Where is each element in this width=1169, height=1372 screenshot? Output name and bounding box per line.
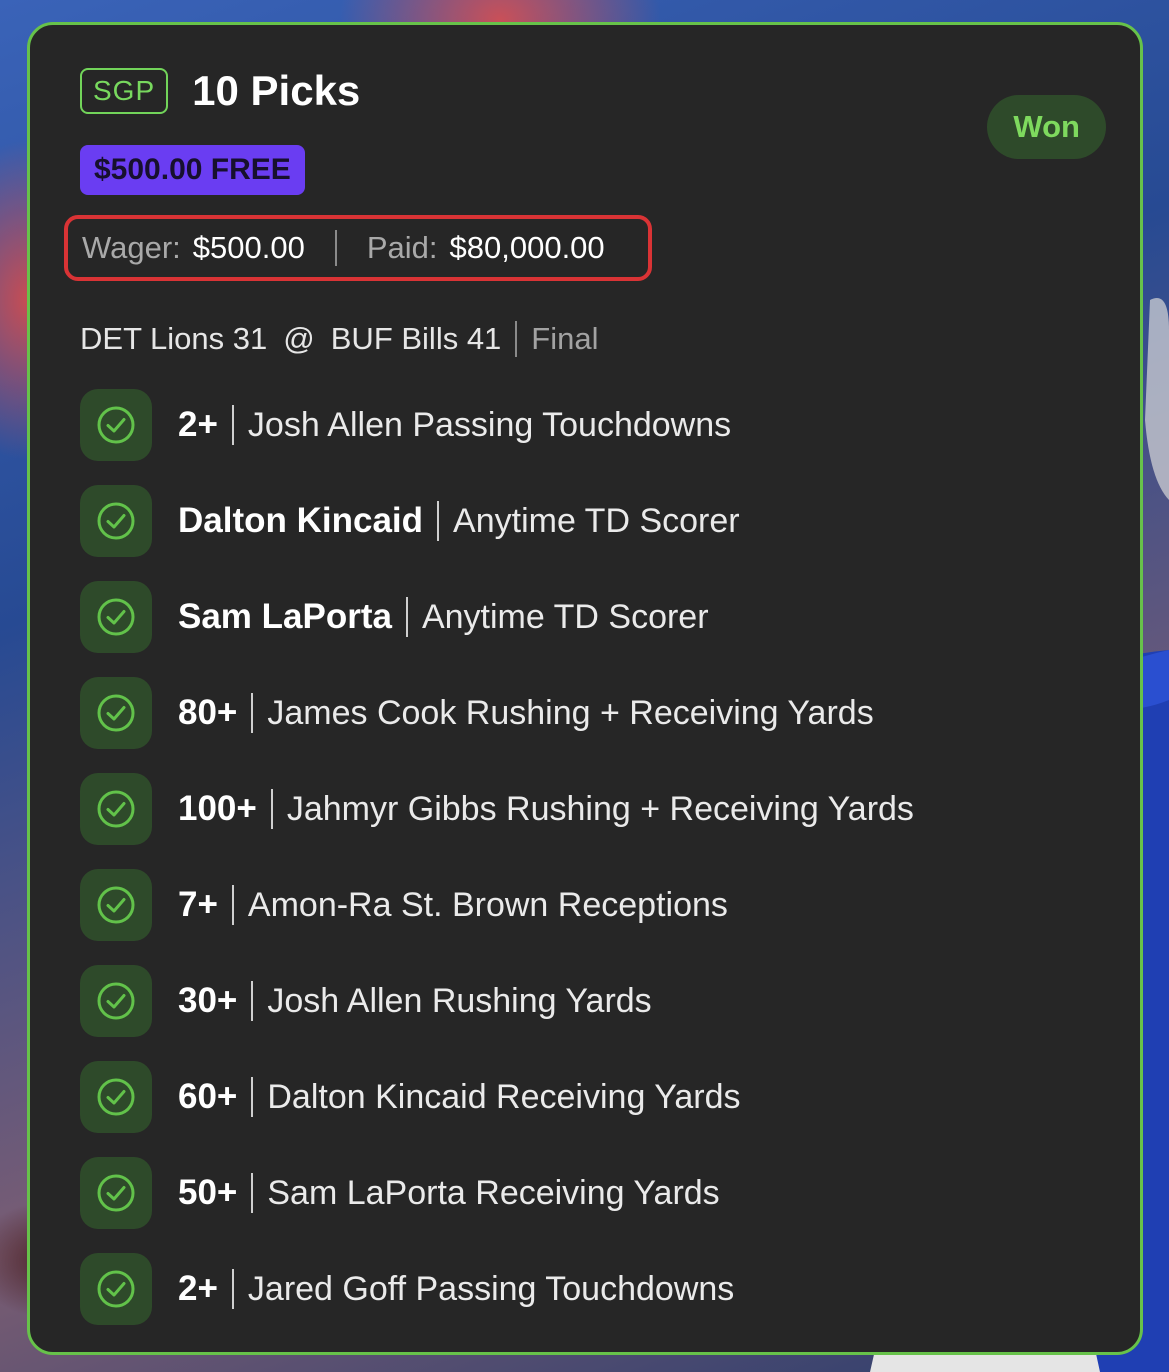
pick-market: Jahmyr Gibbs Rushing + Receiving Yards [286,789,914,828]
wager-summary: Wager: $500.00 Paid: $80,000.00 [64,215,652,281]
pick-line: 100+ [178,789,257,828]
pick-item[interactable]: 30+ Josh Allen Rushing Yards [80,965,914,1037]
pick-market: Josh Allen Passing Touchdowns [247,405,732,444]
pick-market: Anytime TD Scorer [421,597,709,636]
pick-line: 2+ [178,405,218,444]
check-circle-icon [80,677,152,749]
bet-title: 10 Picks [192,67,361,114]
check-circle-icon [80,1157,152,1229]
pick-item[interactable]: 2+ Josh Allen Passing Touchdowns [80,389,914,461]
divider [334,230,337,266]
pick-item[interactable]: Sam LaPorta Anytime TD Scorer [80,581,914,653]
game-score: DET Lions 31 @ BUF Bills 41 Final [80,321,599,357]
away-team-score: DET Lions 31 [80,321,268,356]
wager-label: Wager: [82,230,181,265]
status-badge: Won [987,95,1106,159]
divider [251,1077,254,1117]
divider [231,885,234,925]
check-circle-icon [80,869,152,941]
pick-market: Dalton Kincaid Receiving Yards [267,1077,741,1116]
pick-item[interactable]: 80+ James Cook Rushing + Receiving Yards [80,677,914,749]
pick-market: James Cook Rushing + Receiving Yards [267,693,874,732]
free-bet-tag: $500.00 FREE [80,145,305,195]
home-team-score: BUF Bills 41 [330,321,502,356]
paid-value: $80,000.00 [449,230,605,265]
pick-item[interactable]: 100+ Jahmyr Gibbs Rushing + Receiving Ya… [80,773,914,845]
bet-card[interactable]: SGP 10 Picks Won $500.00 FREE Wager: $50… [27,22,1143,1355]
pick-line: 30+ [178,981,238,1020]
pick-line: 2+ [178,1269,218,1308]
divider [515,321,518,357]
pick-item[interactable]: 7+ Amon-Ra St. Brown Receptions [80,869,914,941]
check-circle-icon [80,1253,152,1325]
check-circle-icon [80,965,152,1037]
picks-list: 2+ Josh Allen Passing Touchdowns Dalton … [80,389,914,1349]
divider [270,789,273,829]
at-symbol: @ [283,321,315,356]
check-circle-icon [80,1061,152,1133]
sgp-badge: SGP [80,68,169,114]
divider [437,501,440,541]
pick-line: 60+ [178,1077,238,1116]
pick-line: Dalton Kincaid [178,501,424,540]
divider [405,597,408,637]
divider [231,405,234,445]
pick-line: 80+ [178,693,238,732]
check-circle-icon [80,485,152,557]
wager-value: $500.00 [192,230,305,265]
pick-item[interactable]: Dalton Kincaid Anytime TD Scorer [80,485,914,557]
pick-item[interactable]: 2+ Jared Goff Passing Touchdowns [80,1253,914,1325]
pick-market: Jared Goff Passing Touchdowns [247,1269,735,1308]
pick-line: 50+ [178,1173,238,1212]
check-circle-icon [80,581,152,653]
pick-line: 7+ [178,885,218,924]
pick-market: Josh Allen Rushing Yards [267,981,652,1020]
pick-market: Sam LaPorta Receiving Yards [267,1173,720,1212]
pick-item[interactable]: 50+ Sam LaPorta Receiving Yards [80,1157,914,1229]
divider [251,1173,254,1213]
divider [231,1269,234,1309]
paid-label: Paid: [366,230,438,265]
divider [251,693,254,733]
pick-market: Amon-Ra St. Brown Receptions [247,885,728,924]
bet-header: SGP 10 Picks [80,67,360,115]
check-circle-icon [80,389,152,461]
game-status: Final [531,321,599,356]
check-circle-icon [80,773,152,845]
pick-line: Sam LaPorta [178,597,392,636]
divider [251,981,254,1021]
pick-item[interactable]: 60+ Dalton Kincaid Receiving Yards [80,1061,914,1133]
pick-market: Anytime TD Scorer [453,501,740,540]
